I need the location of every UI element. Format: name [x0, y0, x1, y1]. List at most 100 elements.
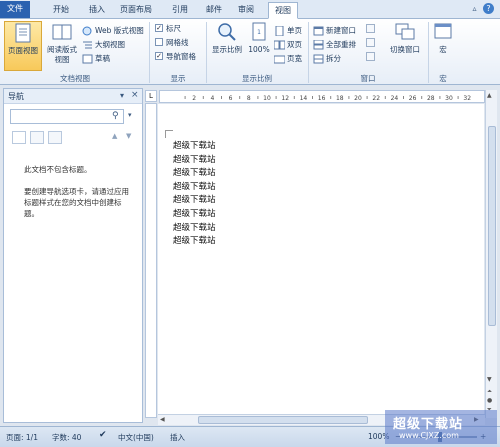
ruler-tick-label: 16: [318, 95, 326, 102]
sync-scroll-icon[interactable]: [366, 38, 375, 47]
minimize-ribbon-icon[interactable]: ▵: [470, 4, 479, 13]
outline-view-button[interactable]: 大纲视图: [82, 38, 125, 51]
insert-mode-status[interactable]: 插入: [170, 432, 185, 443]
ruler-check-icon: ✓: [155, 24, 163, 32]
document-line[interactable]: 超级下载站: [173, 235, 216, 248]
tab-view[interactable]: 视图: [268, 2, 298, 19]
watermark-logo: 超级下载站 www.CJXZ.com: [385, 410, 497, 444]
nav-message-2: 要创建导航选项卡，请通过应用标题样式在您的文档中创建标题。: [24, 187, 129, 218]
search-options-icon[interactable]: ▾: [128, 111, 132, 119]
nav-pane-title: 导航: [8, 92, 24, 101]
zoom-button[interactable]: 显示比例: [209, 21, 245, 71]
document-line[interactable]: 超级下载站: [173, 154, 216, 167]
outline-icon: [82, 40, 93, 50]
horizontal-ruler[interactable]: 2 4 6 8 10 12 14 16 18 20 22 24 26 28 30 32: [159, 90, 485, 103]
nav-dropdown-icon[interactable]: ▾: [120, 91, 124, 100]
draft-icon: [82, 54, 93, 64]
nav-pane-checkbox[interactable]: ✓ 导航窗格: [155, 50, 196, 63]
web-view-button[interactable]: Web 版式视图: [82, 24, 144, 37]
page-view-button[interactable]: 页面视图: [4, 21, 42, 71]
language-status[interactable]: 中文(中国): [118, 432, 154, 443]
macros-button[interactable]: 宏: [430, 21, 456, 71]
tab-page-layout[interactable]: 页面布局: [117, 2, 155, 19]
ribbon: 页面视图 阅读版式 视图 Web 版式视图 大纲视图 草稿 文档视图 ✓ 标尺 网…: [0, 19, 500, 85]
tab-selector-icon[interactable]: L: [145, 90, 157, 102]
scroll-down-icon[interactable]: ▼: [487, 376, 492, 383]
help-icon[interactable]: ?: [483, 3, 494, 14]
one-page-button[interactable]: 单页: [274, 24, 302, 37]
switch-window-icon: [394, 21, 416, 43]
tab-insert[interactable]: 插入: [84, 2, 110, 19]
nav-search-input[interactable]: [10, 109, 124, 124]
tab-home[interactable]: 开始: [48, 2, 74, 19]
arrange-all-button[interactable]: 全部重排: [313, 38, 356, 51]
word-count-status[interactable]: 字数: 40: [52, 432, 81, 443]
vertical-scroll-thumb[interactable]: [488, 126, 496, 326]
document-line[interactable]: 超级下载站: [173, 140, 216, 153]
headings-tab-icon[interactable]: [12, 131, 26, 144]
document-line[interactable]: 超级下载站: [173, 208, 216, 221]
group-label-views: 文档视图: [60, 74, 90, 83]
search-icon[interactable]: ⚲: [112, 111, 119, 121]
macros-label: 宏: [439, 45, 447, 54]
proofing-icon[interactable]: ✔: [99, 430, 107, 440]
document-line[interactable]: 超级下载站: [173, 222, 216, 235]
tab-file[interactable]: 文件: [0, 1, 30, 18]
next-result-icon[interactable]: ▼: [126, 132, 131, 140]
ribbon-tab-bar: 文件 开始 插入 页面布局 引用 邮件 审阅 视图 ▵ ?: [0, 0, 500, 19]
svg-text:1: 1: [257, 29, 261, 36]
tab-mailings[interactable]: 邮件: [201, 2, 227, 19]
nav-empty-message: 此文档不包含标题。 要创建导航选项卡，请通过应用标题样式在您的文档中创建标题。: [24, 164, 136, 219]
new-window-button[interactable]: 新建窗口: [313, 24, 356, 37]
two-pages-label: 双页: [287, 40, 302, 49]
draft-view-button[interactable]: 草稿: [82, 52, 110, 65]
one-page-icon: [274, 25, 285, 37]
gridlines-checkbox[interactable]: 网格线: [155, 36, 189, 49]
gridlines-check-icon: [155, 38, 163, 46]
document-line[interactable]: 超级下载站: [173, 167, 216, 180]
horizontal-scroll-thumb[interactable]: [198, 416, 368, 424]
split-label: 拆分: [326, 54, 341, 63]
page-count-status[interactable]: 页面: 1/1: [6, 432, 38, 443]
ruler-tick-label: 8: [247, 95, 251, 102]
close-icon[interactable]: ×: [131, 90, 139, 100]
ruler-tick-label: 32: [463, 95, 471, 102]
reset-window-icon[interactable]: [366, 52, 375, 61]
arrange-all-icon: [313, 39, 324, 50]
previous-result-icon[interactable]: ▲: [112, 132, 117, 140]
results-tab-icon[interactable]: [48, 131, 62, 144]
scroll-left-icon[interactable]: ◀: [160, 416, 165, 423]
previous-page-icon[interactable]: ⏶: [487, 388, 492, 396]
reading-view-button[interactable]: 阅读版式 视图: [44, 21, 80, 71]
ruler-tick-label: 18: [336, 95, 344, 102]
ruler-tick-label: 20: [354, 95, 362, 102]
ruler-tick-label: 30: [445, 95, 453, 102]
document-line[interactable]: 超级下载站: [173, 194, 216, 207]
group-label-zoom: 显示比例: [242, 74, 272, 83]
two-pages-button[interactable]: 双页: [273, 38, 302, 51]
ruler-tick-label: 4: [210, 95, 214, 102]
browse-object-icon[interactable]: ●: [487, 397, 492, 404]
zoom-label: 显示比例: [212, 45, 242, 54]
two-pages-icon: [273, 40, 286, 50]
vertical-ruler[interactable]: [145, 103, 157, 418]
document-line[interactable]: 超级下载站: [173, 181, 216, 194]
ruler-tick-label: 12: [281, 95, 289, 102]
scroll-up-icon[interactable]: ▲: [487, 92, 492, 99]
ruler-tick-label: 2: [192, 95, 196, 102]
tab-references[interactable]: 引用: [167, 2, 193, 19]
zoom-100-button[interactable]: 1 100%: [246, 21, 272, 71]
split-button[interactable]: 拆分: [313, 52, 341, 65]
pages-tab-icon[interactable]: [30, 131, 44, 144]
page-width-button[interactable]: 页宽: [273, 52, 302, 65]
ruler-tick-label: 24: [391, 95, 399, 102]
macro-icon: [432, 21, 454, 43]
tab-review[interactable]: 审阅: [233, 2, 259, 19]
ruler-checkbox[interactable]: ✓ 标尺: [155, 22, 181, 35]
watermark-title: 超级下载站: [393, 417, 464, 432]
nav-pane-check-icon: ✓: [155, 52, 163, 60]
switch-window-button[interactable]: 切换窗口: [386, 21, 424, 71]
reading-view-label-1: 阅读版式: [47, 45, 77, 54]
vertical-scrollbar[interactable]: ▲ ▼ ⏶ ● ⏷: [485, 90, 497, 418]
view-side-by-side-icon[interactable]: [366, 24, 375, 33]
